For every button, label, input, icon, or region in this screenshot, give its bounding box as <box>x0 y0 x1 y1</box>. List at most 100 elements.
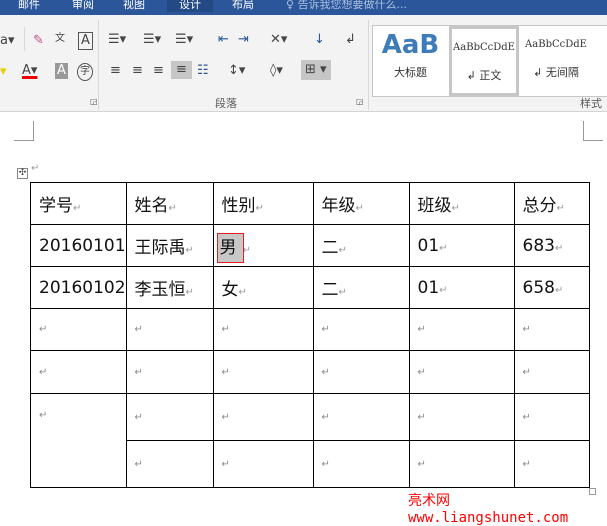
cell[interactable]: ↵ <box>212 308 314 351</box>
style-label: ↲ 无间隔 <box>533 66 579 79</box>
cell[interactable]: ↵ <box>513 440 590 488</box>
cell[interactable]: 二↵ <box>312 224 410 267</box>
tell-me-search[interactable]: ♀ 告诉我您想要做什么... <box>286 0 407 12</box>
align-right-icon[interactable]: ≡ <box>153 63 164 79</box>
table-row-empty: ↵ ↵ ↵ ↵ ↵ ↵ <box>30 350 590 394</box>
table-row-empty: ↵ ↵ ↵ ↵ ↵ ↵ <box>30 393 590 488</box>
enclose-character-icon[interactable]: 字 <box>77 63 93 81</box>
header-cell[interactable]: 性别↵ <box>212 182 314 225</box>
cell[interactable]: ↵ <box>30 308 127 351</box>
watermark: 亮术网 www.liangshunet.com <box>408 493 569 526</box>
cell[interactable]: ↵ <box>30 350 127 394</box>
table-header-row: 学号↵ 姓名↵ 性别↵ 年级↵ 班级↵ 总分↵ <box>30 182 590 225</box>
cell-selected[interactable]: 男 ↵ <box>212 224 314 267</box>
margin-corner-mark <box>583 121 603 141</box>
cell[interactable]: 01↵ <box>408 266 515 309</box>
cell[interactable]: ↵ <box>312 308 410 351</box>
style-preview: AaBbCcDdE <box>525 39 587 50</box>
lightbulb-icon: ♀ <box>286 0 295 11</box>
table-move-handle-icon[interactable]: ✣ <box>17 168 28 179</box>
character-shading-icon[interactable]: A <box>55 63 68 79</box>
bullets-icon[interactable]: ☰▾ <box>108 32 126 48</box>
cell[interactable]: 683↵ <box>513 224 590 267</box>
header-cell[interactable]: 年级↵ <box>312 182 410 225</box>
ribbon-tabs: 邮件 审阅 视图 设计 布局 ♀ 告诉我您想要做什么... <box>0 0 607 15</box>
cell[interactable]: ↵ <box>408 393 515 441</box>
cell[interactable]: ↵ <box>513 393 590 441</box>
styles-gallery: AaB 大标题 AaBbCcDdE ↲ 正文 AaBbCcDdE ↲ 无间隔 <box>372 25 607 97</box>
cell[interactable]: 01↵ <box>408 224 515 267</box>
cell[interactable]: 658↵ <box>513 266 590 309</box>
table-row-empty: ↵ ↵ ↵ ↵ ↵ ↵ <box>30 308 590 351</box>
multilevel-list-icon[interactable]: ☰▾ <box>175 32 193 48</box>
sort-icon[interactable]: ↓ <box>314 32 325 48</box>
paragraph-group-label: 段落 <box>215 97 237 110</box>
merged-cell[interactable]: ↵ <box>30 393 127 488</box>
highlight-icon[interactable]: ▾ <box>0 64 7 80</box>
font-color-icon[interactable]: A▾ <box>22 63 37 79</box>
decrease-indent-icon[interactable]: ⇤ <box>218 32 229 48</box>
clear-format-icon[interactable]: ✎ <box>33 33 44 49</box>
cell[interactable]: ↵ <box>125 440 214 488</box>
style-label: 大标题 <box>394 66 427 79</box>
cell[interactable]: ↵ <box>312 350 410 394</box>
numbering-icon[interactable]: ☰▾ <box>143 32 161 48</box>
cell[interactable]: ↵ <box>312 440 410 488</box>
cell[interactable]: 李玉恒↵ <box>125 266 214 309</box>
header-cell[interactable]: 姓名↵ <box>125 182 214 225</box>
style-title[interactable]: AaB 大标题 <box>373 26 448 96</box>
style-normal[interactable]: AaBbCcDdE ↲ 正文 <box>449 26 519 96</box>
shading-icon[interactable]: ◊▾ <box>270 63 283 79</box>
style-no-spacing[interactable]: AaBbCcDdE ↲ 无间隔 <box>521 26 591 96</box>
paragraph-dialog-launcher-icon[interactable]: ◲ <box>356 97 364 106</box>
distributed-icon[interactable]: ☷ <box>197 63 209 79</box>
tab-layout[interactable]: 布局 <box>232 0 254 12</box>
cell[interactable]: 二↵ <box>312 266 410 309</box>
cell[interactable]: ↵ <box>212 440 314 488</box>
line-spacing-icon[interactable]: ↕▾ <box>228 63 245 79</box>
cell[interactable]: ↵ <box>212 393 314 441</box>
cell[interactable]: 20160102 <box>30 266 127 309</box>
table-row: 20160102 李玉恒↵ 女↵ 二↵ 01↵ 658↵ <box>30 266 590 309</box>
increase-indent-icon[interactable]: ⇥ <box>238 32 249 48</box>
paragraph-mark: ↵ <box>31 163 40 174</box>
margin-corner-mark <box>14 121 34 141</box>
cell[interactable]: 女↵ <box>212 266 314 309</box>
cell[interactable]: ↵ <box>312 393 410 441</box>
tab-view[interactable]: 视图 <box>123 0 145 12</box>
style-label: ↲ 正文 <box>466 69 502 82</box>
cell[interactable]: ↵ <box>408 440 515 488</box>
cell[interactable]: 20160101 <box>30 224 127 267</box>
cell[interactable]: ↵ <box>408 308 515 351</box>
tab-design[interactable]: 设计 <box>167 0 213 12</box>
cell[interactable]: ↵ <box>125 393 214 441</box>
borders-icon[interactable]: ⊞ ▾ <box>301 60 331 80</box>
show-marks-icon[interactable]: ↲ <box>345 32 356 48</box>
cell[interactable]: ↵ <box>513 308 590 351</box>
cell[interactable]: 王际禹↵ <box>125 224 214 267</box>
cell[interactable]: ↵ <box>513 350 590 394</box>
tab-mailings[interactable]: 邮件 <box>18 0 40 12</box>
align-center-icon[interactable]: ≡ <box>132 63 143 79</box>
tab-review[interactable]: 审阅 <box>72 0 94 12</box>
style-preview: AaBbCcDdE <box>453 42 515 53</box>
chinese-layout-icon[interactable]: ✕▾ <box>270 32 287 48</box>
phonetic-guide-icon[interactable]: 文 <box>55 31 65 47</box>
cell[interactable]: ↵ <box>125 350 214 394</box>
character-border-icon[interactable]: A <box>78 32 93 50</box>
cell[interactable]: ↵ <box>125 308 214 351</box>
header-cell[interactable]: 学号↵ <box>30 182 127 225</box>
justify-icon[interactable]: ≡ <box>171 61 192 79</box>
cell[interactable]: ↵ <box>408 350 515 394</box>
align-left-icon[interactable]: ≡ <box>110 63 121 79</box>
styles-group-label: 样式 <box>580 97 602 110</box>
font-dialog-launcher-icon[interactable]: ◲ <box>90 97 98 106</box>
ribbon: a▾ ✎ 文 A ▾ A▾ A 字 ☰▾ ☰▾ ☰▾ ⇤ ⇥ ✕▾ ↓ ↲ ≡ … <box>0 15 607 112</box>
cell[interactable]: ↵ <box>212 350 314 394</box>
style-preview: AaB <box>381 30 440 60</box>
tell-me-text: 告诉我您想要做什么... <box>297 0 408 11</box>
header-cell[interactable]: 总分↵ <box>513 182 590 225</box>
header-cell[interactable]: 班级↵ <box>408 182 515 225</box>
font-size-dropdown[interactable]: a▾ <box>0 33 15 49</box>
table-row: 20160101 王际禹↵ 男 ↵ 二↵ 01↵ 683↵ <box>30 224 590 267</box>
